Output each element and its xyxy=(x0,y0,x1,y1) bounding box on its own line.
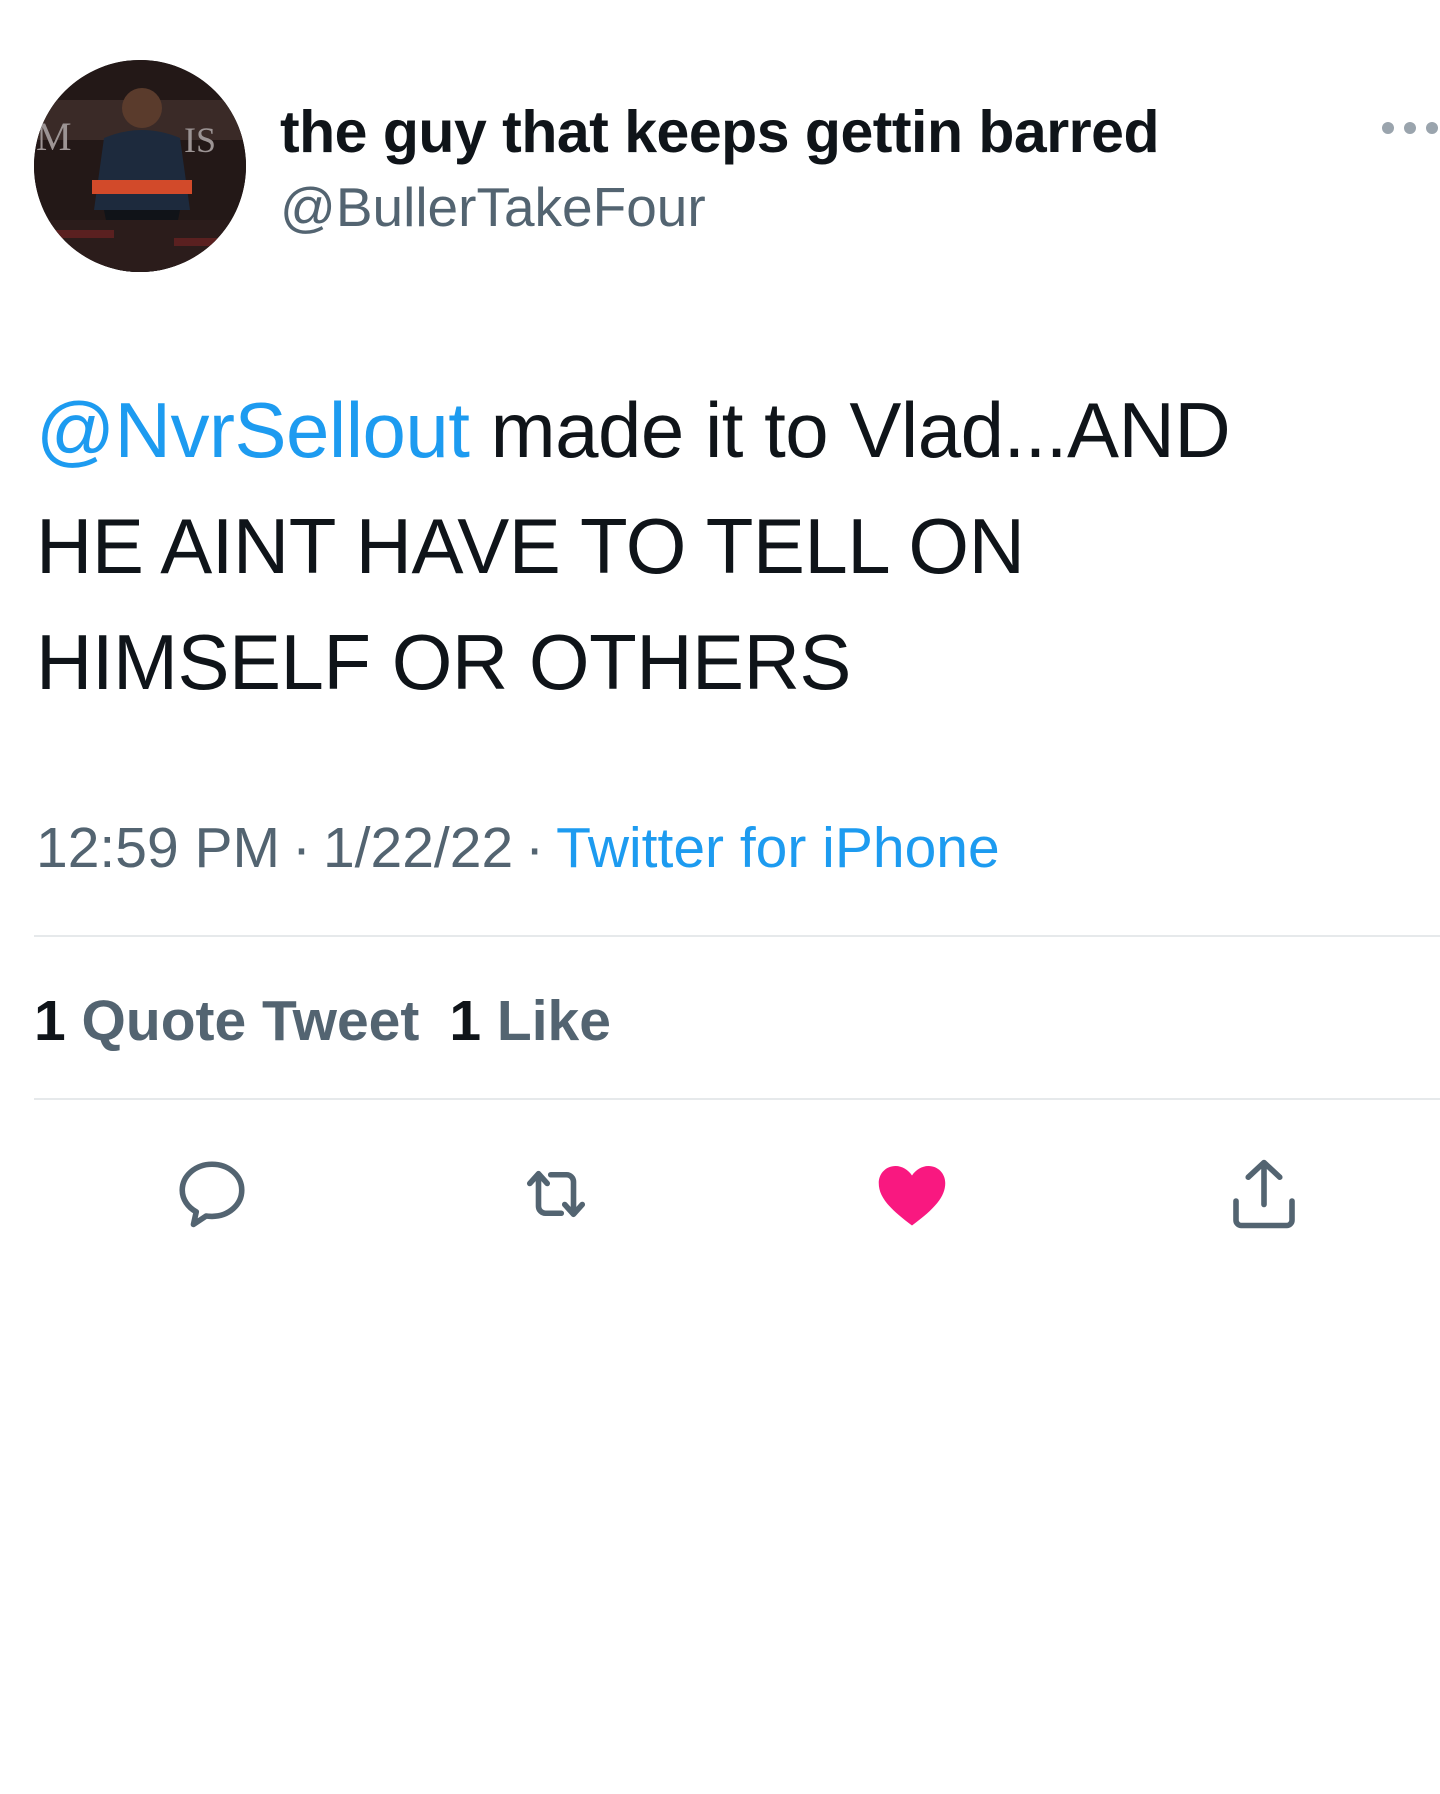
tweet-text: @NvrSellout made it to Vlad...AND HE AIN… xyxy=(36,372,1416,720)
tweet-text-line-3: HIMSELF OR OTHERS xyxy=(36,618,851,706)
tweet-text-line-2: HE AINT HAVE TO TELL ON xyxy=(36,502,1025,590)
tweet: M IS the guy that keeps gettin barred @B… xyxy=(0,0,1440,1794)
avatar-photo: M IS xyxy=(34,60,246,272)
reply-button[interactable] xyxy=(170,1152,254,1236)
retweet-button[interactable] xyxy=(514,1152,598,1236)
like-button[interactable] xyxy=(870,1152,954,1236)
tweet-time[interactable]: 12:59 PM xyxy=(36,816,280,880)
avatar[interactable]: M IS xyxy=(34,60,246,272)
like-label: Like xyxy=(496,989,611,1053)
author-display-name[interactable]: the guy that keeps gettin barred xyxy=(280,98,1160,166)
tweet-meta: 12:59 PM · 1/22/22 · Twitter for iPhone xyxy=(36,815,1000,881)
tweet-date[interactable]: 1/22/22 xyxy=(323,816,513,880)
svg-text:M: M xyxy=(36,114,72,159)
like-count: 1 xyxy=(449,989,482,1053)
quote-tweets-stat[interactable]: 1 Quote Tweet xyxy=(34,989,419,1053)
meta-separator: · xyxy=(525,816,545,880)
meta-separator: · xyxy=(291,816,311,880)
retweet-icon xyxy=(526,1170,586,1218)
share-button[interactable] xyxy=(1222,1152,1306,1236)
author-handle[interactable]: @BullerTakeFour xyxy=(280,175,706,239)
tweet-text-line-1-rest: made it to Vlad...AND xyxy=(469,386,1231,474)
tweet-stats: 1 Quote Tweet 1 Like xyxy=(34,988,611,1054)
quote-count: 1 xyxy=(34,989,66,1053)
reply-icon xyxy=(179,1161,245,1228)
more-options-icon[interactable] xyxy=(1382,114,1440,144)
quote-label: Quote Tweet xyxy=(81,989,420,1053)
tweet-source-link[interactable]: Twitter for iPhone xyxy=(556,816,1000,880)
mention-link[interactable]: @NvrSellout xyxy=(36,386,470,474)
share-icon xyxy=(1233,1159,1295,1229)
divider xyxy=(34,1098,1440,1100)
likes-stat[interactable]: 1 Like xyxy=(449,989,611,1053)
svg-text:IS: IS xyxy=(184,120,216,160)
divider xyxy=(34,935,1440,937)
tweet-text-line-1: @NvrSellout made it to Vlad...AND xyxy=(36,372,1416,488)
heart-icon xyxy=(878,1166,946,1226)
